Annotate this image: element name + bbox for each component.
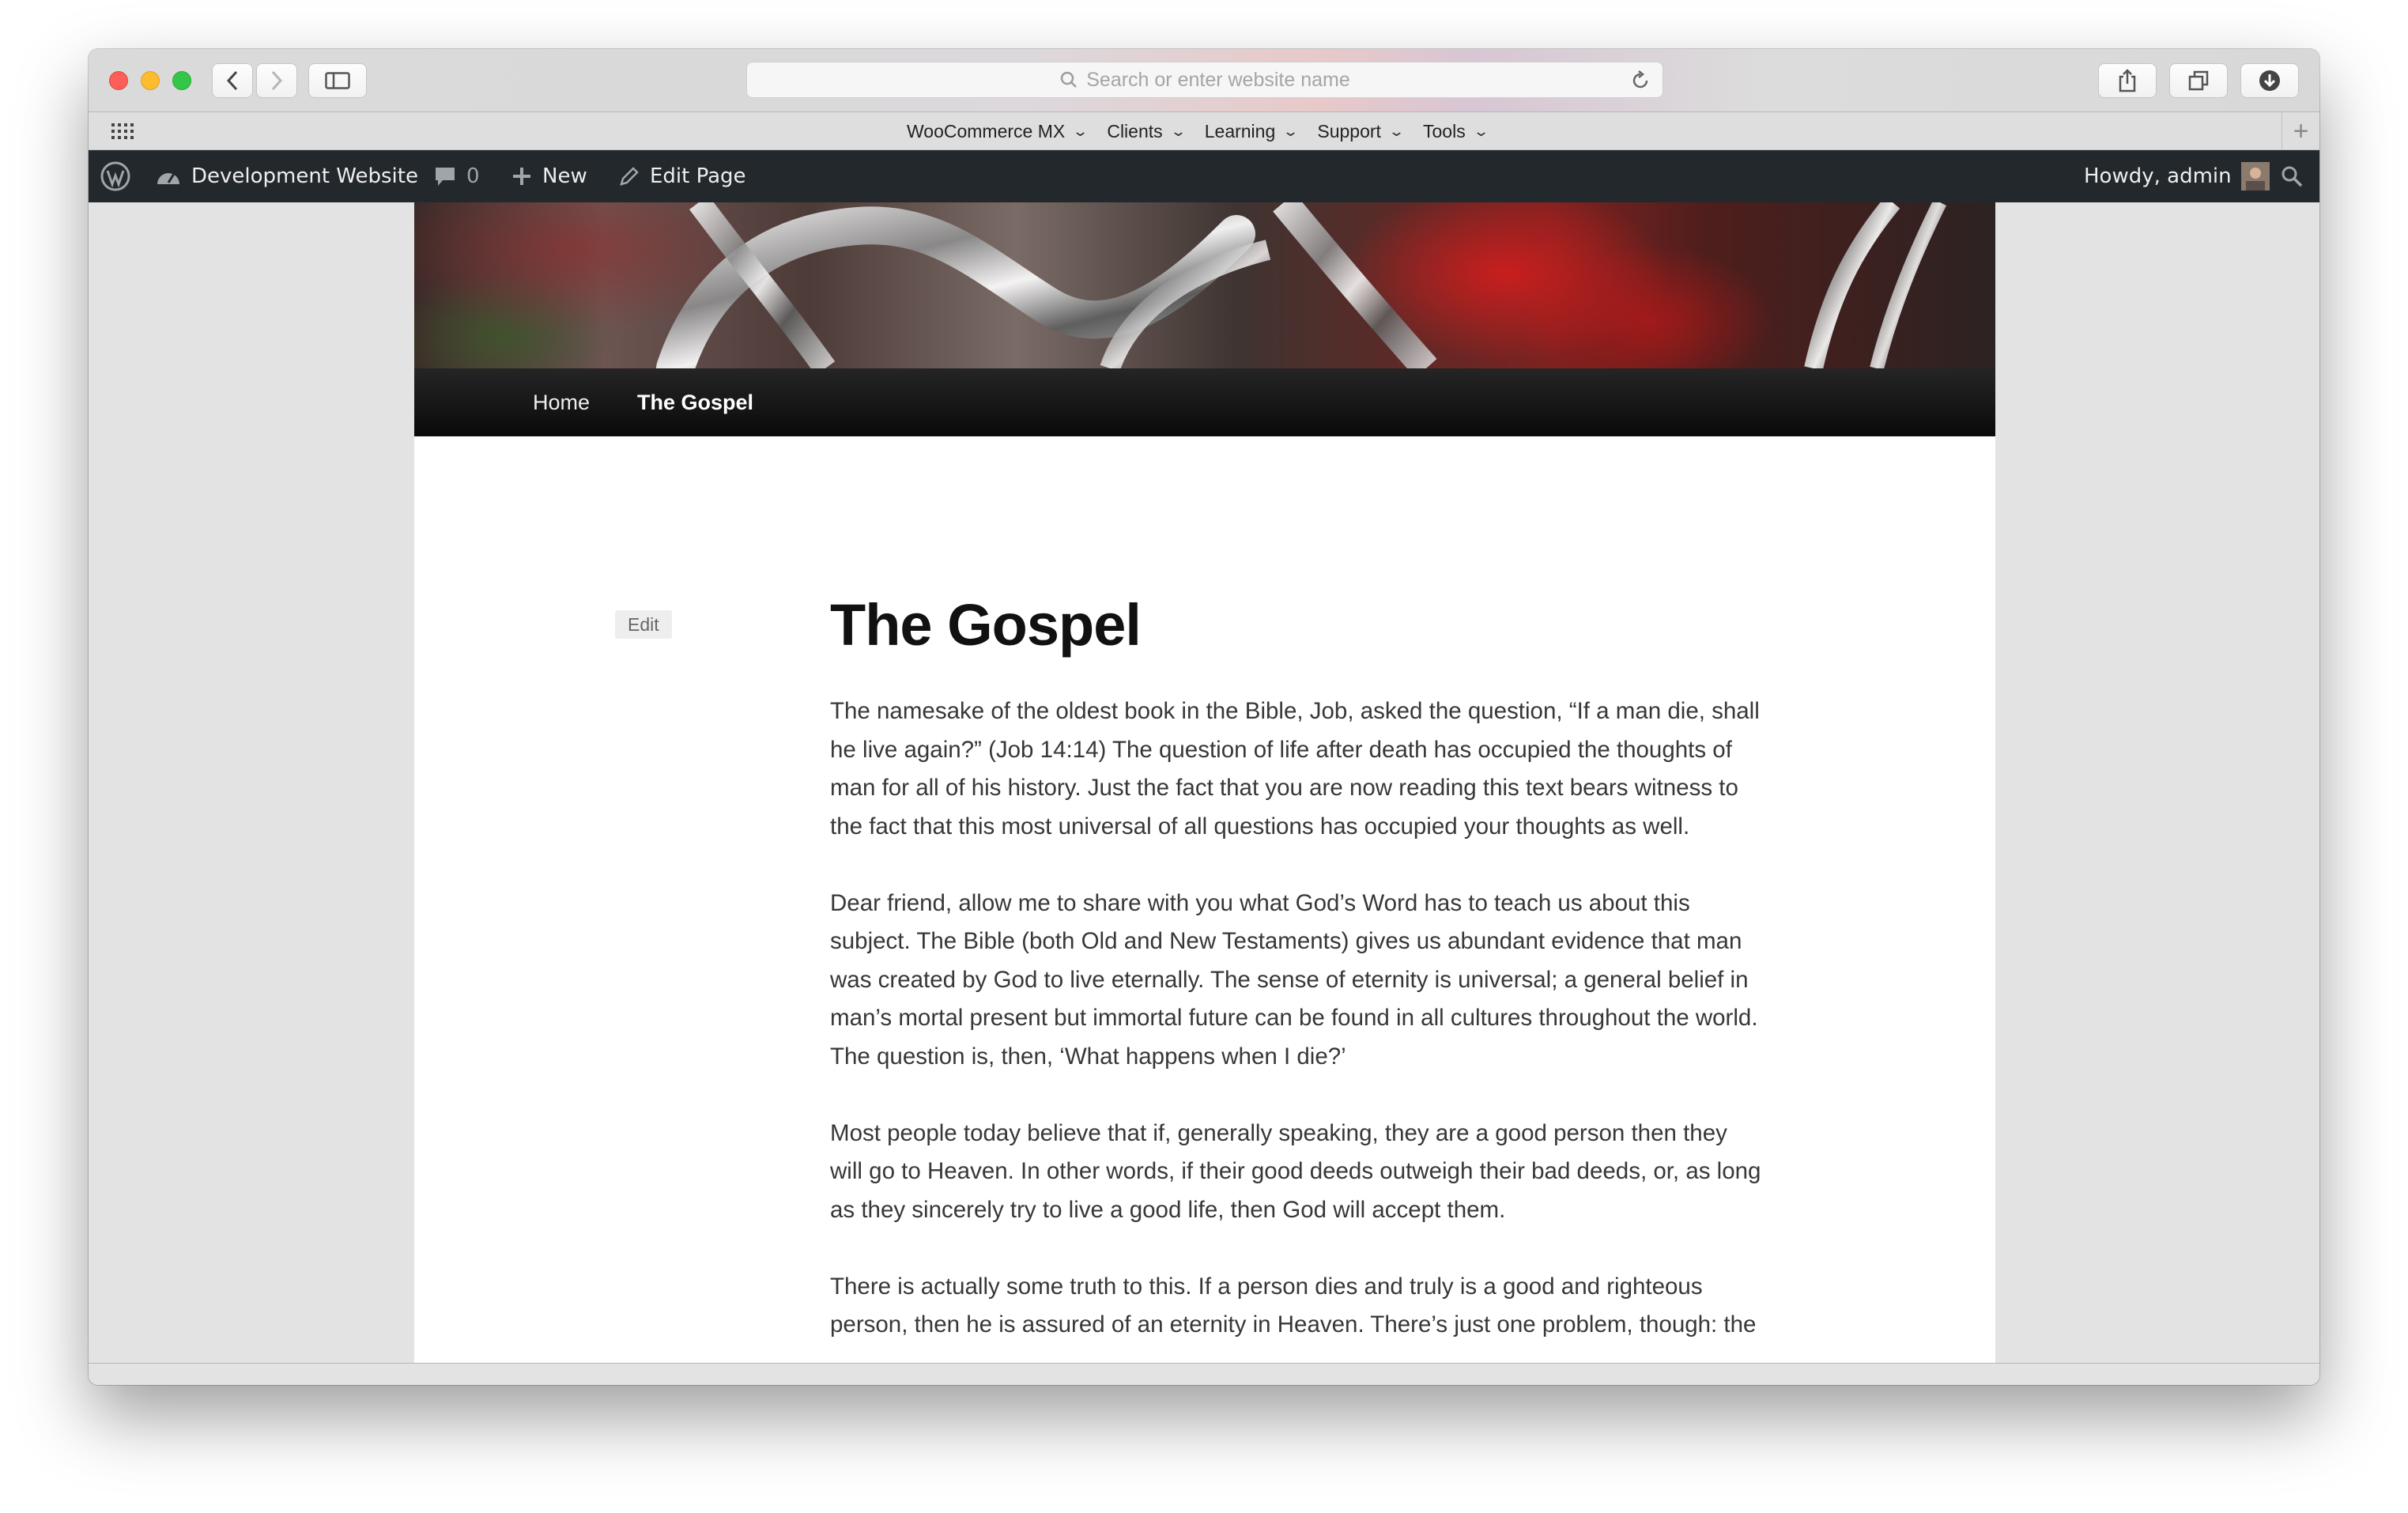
nav-item-the-gospel[interactable]: The Gospel <box>637 391 753 415</box>
new-content-menu[interactable]: New <box>511 150 587 202</box>
edit-page-label: Edit Page <box>650 164 746 188</box>
site-header-image <box>414 202 1995 368</box>
wp-logo-menu[interactable] <box>100 150 131 202</box>
downloads-button[interactable] <box>2240 63 2299 98</box>
new-label: New <box>542 164 587 188</box>
address-placeholder: Search or enter website name <box>1086 68 1350 91</box>
download-icon <box>2259 70 2280 91</box>
entry-paragraph: Dear friend, allow me to share with you … <box>830 889 1758 1070</box>
wp-admin-bar: Development Website 0 New Edit Page Howd… <box>89 150 2319 202</box>
my-account-menu[interactable]: Howdy, admin <box>2084 150 2270 202</box>
zoom-window-button[interactable] <box>172 71 191 90</box>
comments-menu[interactable]: 0 <box>433 150 480 202</box>
entry-content: The namesake of the oldest book in the B… <box>830 692 1763 1363</box>
new-tab-button[interactable]: + <box>2282 112 2319 150</box>
search-icon <box>1060 71 1078 88</box>
chevron-left-icon <box>226 70 238 91</box>
reload-icon[interactable] <box>1629 70 1651 92</box>
chevron-right-icon <box>271 70 283 91</box>
avatar <box>2240 162 2270 191</box>
nav-item-home[interactable]: Home <box>533 391 590 415</box>
entry-paragraph: The namesake of the oldest book in the B… <box>830 698 1760 840</box>
sidebar-icon <box>325 72 350 89</box>
comment-icon <box>436 168 455 186</box>
wordpress-logo-icon <box>100 161 130 191</box>
favorite-woocommerce-mx[interactable]: WooCommerce MX ⌄ <box>907 121 1089 142</box>
page-viewport: Home The Gospel Edit The Gospel The name… <box>89 202 2319 1363</box>
pencil-icon <box>620 167 639 186</box>
share-button[interactable] <box>2098 63 2157 98</box>
site-page: Home The Gospel Edit The Gospel The name… <box>414 202 1995 1363</box>
entry-paragraph: There is actually some truth to this. If… <box>830 1273 1757 1338</box>
page-title: The Gospel <box>830 592 1142 658</box>
browser-window: Search or enter website name WooCommerce… <box>89 49 2319 1385</box>
favorites-bar: WooCommerce MX ⌄ Clients ⌄ Learning ⌄ Suppo… <box>89 112 2319 150</box>
edit-page-link[interactable]: Edit Page <box>618 150 746 202</box>
site-name-menu[interactable]: Development Website <box>155 150 418 202</box>
chevron-down-icon: ⌄ <box>1072 123 1089 139</box>
favorite-support[interactable]: Support ⌄ <box>1317 121 1406 142</box>
share-icon <box>2119 69 2136 92</box>
comments-count: 0 <box>466 164 480 188</box>
tabs-icon <box>2188 70 2209 91</box>
top-sites-grid-icon[interactable] <box>111 122 134 141</box>
entry-paragraph: Most people today believe that if, gener… <box>830 1119 1761 1223</box>
favorites-list: WooCommerce MX ⌄ Clients ⌄ Learning ⌄ Suppo… <box>907 112 1489 150</box>
forward-button[interactable] <box>256 63 297 98</box>
favorite-clients[interactable]: Clients ⌄ <box>1107 121 1186 142</box>
search-icon <box>2282 166 2303 187</box>
browser-toolbar: Search or enter website name <box>89 49 2319 112</box>
admin-search[interactable] <box>2280 150 2304 202</box>
chevron-down-icon: ⌄ <box>1387 123 1406 139</box>
dashboard-icon <box>157 173 179 184</box>
account-greeting: Howdy, admin <box>2084 164 2232 188</box>
edit-post-link[interactable]: Edit <box>615 610 672 639</box>
chevron-down-icon: ⌄ <box>1282 123 1300 139</box>
back-button[interactable] <box>212 63 253 98</box>
header-image-art <box>656 202 1947 368</box>
sidebar-toggle-button[interactable] <box>308 63 367 98</box>
tabs-overview-button[interactable] <box>2169 63 2228 98</box>
plus-icon <box>513 168 530 185</box>
site-navigation: Home The Gospel <box>414 368 1995 436</box>
chevron-down-icon: ⌄ <box>1472 123 1489 139</box>
minimize-window-button[interactable] <box>141 71 160 90</box>
favorite-tools[interactable]: Tools ⌄ <box>1423 121 1489 142</box>
status-bar <box>89 1363 2319 1385</box>
site-name: Development Website <box>191 164 418 188</box>
favorite-learning[interactable]: Learning ⌄ <box>1205 121 1300 142</box>
chevron-down-icon: ⌄ <box>1169 123 1187 139</box>
plus-icon: + <box>2293 115 2309 146</box>
address-bar[interactable]: Search or enter website name <box>746 62 1663 98</box>
close-window-button[interactable] <box>109 71 128 90</box>
